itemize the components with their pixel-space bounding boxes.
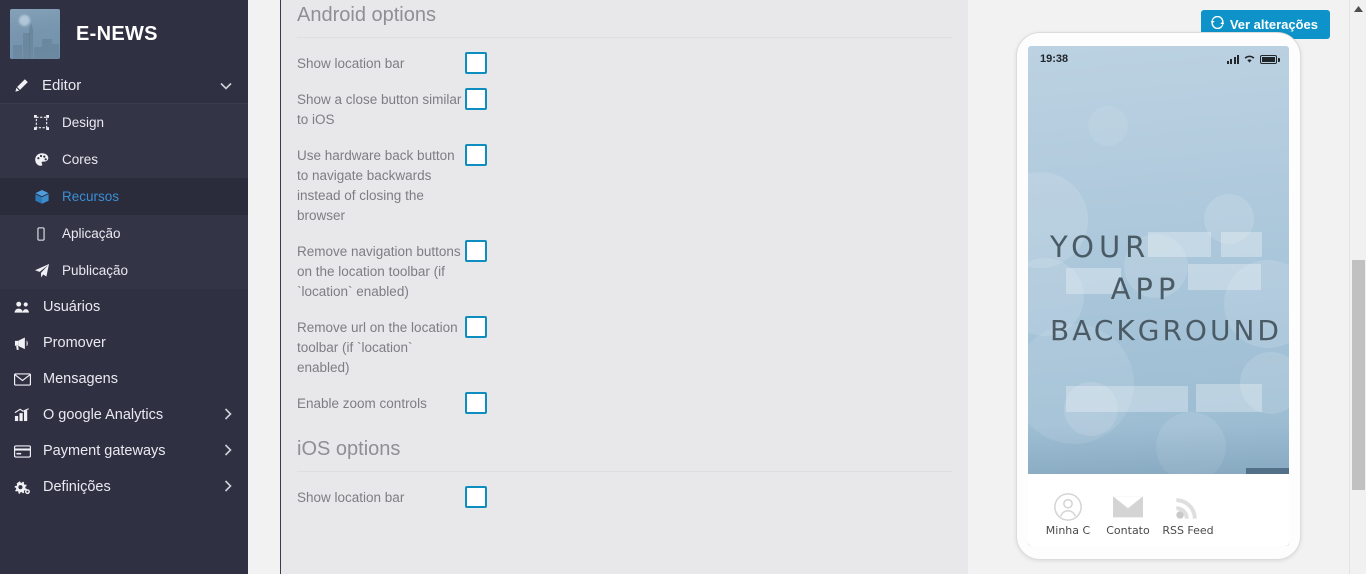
triangle-up-icon[interactable] bbox=[1350, 0, 1366, 17]
phone-tab-label: Contato bbox=[1106, 523, 1150, 537]
account-person-icon bbox=[1038, 490, 1098, 524]
scrollbar-thumb[interactable] bbox=[1352, 260, 1365, 490]
phone-tab-minha-conta[interactable]: Minha C bbox=[1038, 490, 1098, 537]
refresh-icon bbox=[1210, 15, 1224, 32]
hero-line-3: BACKGROUND bbox=[1050, 314, 1282, 347]
sidebar-group-editor-label: Editor bbox=[42, 77, 82, 94]
option-label: Enable zoom controls bbox=[297, 396, 427, 411]
brand[interactable]: E-NEWS bbox=[0, 0, 248, 68]
sidebar: E-NEWS Editor Design Cores Recursos Apli… bbox=[0, 0, 248, 574]
phone-tab-label: Minha C bbox=[1045, 523, 1091, 537]
hero-text: YOUR APP BACKGROUND bbox=[1028, 226, 1289, 352]
content-area: Android options Show location bar Show a… bbox=[280, 0, 1366, 574]
sidebar-item-recursos[interactable]: Recursos bbox=[0, 178, 248, 215]
option-label: Use hardware back button to navigate bac… bbox=[297, 148, 455, 223]
option-label: Show a close button similar to iOS bbox=[297, 92, 462, 127]
chevron-right-icon bbox=[224, 479, 232, 495]
sidebar-item-usuarios-label: Usuários bbox=[43, 299, 101, 315]
option-row-ios-show-location-bar: Show location bar bbox=[297, 472, 952, 508]
sidebar-item-usuarios[interactable]: Usuários bbox=[0, 289, 248, 325]
sidebar-item-publicacao-label: Publicação bbox=[62, 263, 129, 278]
paper-plane-icon bbox=[34, 263, 58, 279]
view-changes-button-label: Ver alterações bbox=[1229, 16, 1318, 32]
option-label: Remove url on the location toolbar (if `… bbox=[297, 320, 458, 375]
sidebar-item-design-label: Design bbox=[62, 115, 105, 130]
phone-tab-bar: Minha C Contato RSS Feed bbox=[1028, 474, 1289, 546]
rss-feed-icon bbox=[1158, 490, 1218, 524]
logo-haze bbox=[10, 9, 60, 59]
sidebar-item-google-analytics-label: O google Analytics bbox=[43, 407, 164, 423]
megaphone-icon bbox=[14, 336, 38, 351]
option-row-show-close-button: Show a close button similar to iOS bbox=[297, 74, 952, 130]
sidebar-item-definicoes[interactable]: Definições bbox=[0, 469, 248, 505]
app-root: E-NEWS Editor Design Cores Recursos Apli… bbox=[0, 0, 1366, 574]
option-row-show-location-bar: Show location bar bbox=[297, 38, 952, 74]
sidebar-item-aplicacao-label: Aplicação bbox=[62, 226, 121, 241]
gears-icon bbox=[14, 480, 38, 495]
city-skyline-logo bbox=[10, 9, 60, 59]
checkbox-hardware-back-button[interactable] bbox=[465, 144, 487, 166]
sidebar-item-cores[interactable]: Cores bbox=[0, 141, 248, 178]
phone-tab-label: RSS Feed bbox=[1162, 523, 1214, 537]
option-row-remove-nav-buttons: Remove navigation buttons on the locatio… bbox=[297, 226, 952, 302]
sidebar-item-google-analytics[interactable]: O google Analytics bbox=[0, 397, 248, 433]
battery-icon bbox=[1260, 54, 1280, 64]
brand-title: E-NEWS bbox=[76, 22, 158, 45]
cube-box-icon bbox=[34, 189, 58, 205]
option-label: Show location bar bbox=[297, 56, 405, 71]
chevron-right-icon bbox=[224, 407, 232, 423]
sidebar-item-cores-label: Cores bbox=[62, 152, 99, 167]
phone-screen: 19:38 YOUR APP BACKGROUND Minha C Contat… bbox=[1028, 46, 1289, 546]
chevron-right-icon bbox=[224, 443, 232, 459]
pencil-icon bbox=[14, 78, 36, 93]
sidebar-item-recursos-label: Recursos bbox=[62, 189, 120, 204]
checkbox-remove-url[interactable] bbox=[465, 316, 487, 338]
layout-gutter bbox=[248, 0, 280, 574]
sidebar-item-definicoes-label: Definições bbox=[43, 479, 111, 495]
phone-preview: 19:38 YOUR APP BACKGROUND Minha C Contat… bbox=[1016, 32, 1301, 560]
option-row-enable-zoom-controls: Enable zoom controls bbox=[297, 378, 952, 414]
sidebar-item-publicacao[interactable]: Publicação bbox=[0, 252, 248, 289]
sidebar-item-design[interactable]: Design bbox=[0, 104, 248, 141]
chevron-down-icon bbox=[220, 79, 232, 93]
sidebar-group-editor[interactable]: Editor bbox=[0, 68, 248, 104]
palette-icon bbox=[34, 152, 58, 168]
bar-chart-icon bbox=[14, 408, 38, 422]
credit-card-icon bbox=[14, 444, 38, 458]
sidebar-subnav: Design Cores Recursos Aplicação Publicaç… bbox=[0, 104, 248, 289]
phone-tab-rss-feed[interactable]: RSS Feed bbox=[1158, 490, 1218, 537]
option-row-hardware-back-button: Use hardware back button to navigate bac… bbox=[297, 130, 952, 226]
hero-line-1: YOUR bbox=[1050, 230, 1151, 264]
design-frame-icon bbox=[34, 115, 58, 130]
hero-plate bbox=[1066, 386, 1188, 412]
option-row-remove-url: Remove url on the location toolbar (if `… bbox=[297, 302, 952, 378]
sidebar-item-aplicacao[interactable]: Aplicação bbox=[0, 215, 248, 252]
hero-line-2: APP bbox=[1110, 272, 1181, 306]
checkbox-remove-nav-buttons[interactable] bbox=[465, 240, 487, 262]
hero-plate bbox=[1196, 384, 1262, 412]
section-title-android: Android options bbox=[297, 0, 952, 38]
page-scrollbar[interactable] bbox=[1349, 0, 1366, 574]
checkbox-show-close-button[interactable] bbox=[465, 88, 487, 110]
envelope-icon bbox=[1098, 490, 1158, 524]
sidebar-item-payment-gateways[interactable]: Payment gateways bbox=[0, 433, 248, 469]
options-panel: Android options Show location bar Show a… bbox=[280, 0, 968, 574]
preview-area: Ver alterações 19:38 YOUR APP BACKGROUND… bbox=[968, 0, 1366, 574]
sidebar-item-promover[interactable]: Promover bbox=[0, 325, 248, 361]
sidebar-item-payment-gateways-label: Payment gateways bbox=[43, 443, 166, 459]
sidebar-item-mensagens[interactable]: Mensagens bbox=[0, 361, 248, 397]
option-label: Remove navigation buttons on the locatio… bbox=[297, 244, 461, 299]
checkbox-enable-zoom-controls[interactable] bbox=[465, 392, 487, 414]
checkbox-ios-show-location-bar[interactable] bbox=[465, 486, 487, 508]
option-label: Show location bar bbox=[297, 490, 405, 505]
sidebar-item-mensagens-label: Mensagens bbox=[43, 371, 118, 387]
users-icon bbox=[14, 300, 38, 314]
section-title-ios: iOS options bbox=[297, 414, 952, 472]
phone-tab-contato[interactable]: Contato bbox=[1098, 490, 1158, 537]
sidebar-item-promover-label: Promover bbox=[43, 335, 106, 351]
mobile-phone-icon bbox=[34, 226, 58, 241]
envelope-icon bbox=[14, 372, 38, 386]
checkbox-show-location-bar[interactable] bbox=[465, 52, 487, 74]
